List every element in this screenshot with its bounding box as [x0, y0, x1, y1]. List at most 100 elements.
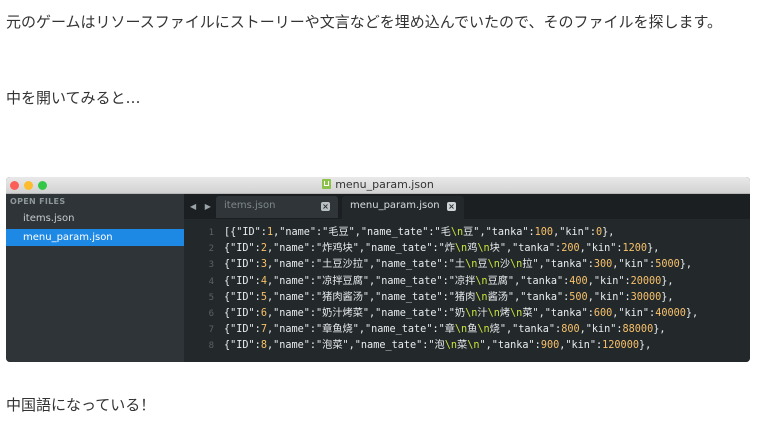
- tab-label: menu_param.json: [350, 200, 440, 211]
- code-token: {"ID":: [224, 307, 261, 319]
- code-token: {"ID":: [224, 259, 261, 271]
- code-token: [{"ID":: [224, 227, 267, 238]
- code-token: ,"name":"奶汁烤菜","name_tate":"奶: [266, 307, 466, 319]
- code-token: 块","tanka":: [489, 243, 562, 255]
- tab-bar: ◀ ▶ items.json × menu_param.json ×: [184, 194, 750, 219]
- code-token: 20000: [630, 275, 662, 287]
- code-token: 30000: [630, 291, 662, 303]
- line-number: 2: [208, 244, 214, 255]
- code-token: \n: [510, 259, 523, 271]
- code-token: },: [602, 227, 615, 238]
- code-token: 300: [593, 259, 613, 271]
- code-token: },: [638, 340, 652, 352]
- code-token: },: [685, 307, 699, 319]
- code-token: 900: [540, 340, 560, 352]
- code-token: \n: [510, 307, 523, 319]
- code-token: ,"kin":: [579, 243, 623, 255]
- code-line: {"ID":7,"name":"章鱼烧","name_tate":"章\n鱼\n…: [224, 322, 698, 338]
- code-line: {"ID":3,"name":"土豆沙拉","name_tate":"土\n豆\…: [224, 257, 698, 273]
- code-token: 沙: [499, 259, 511, 271]
- code-token: \n: [487, 259, 500, 271]
- code-token: ,"kin":: [579, 324, 623, 336]
- line-number: 8: [208, 341, 214, 352]
- code-token: \n: [477, 324, 490, 336]
- code-line: {"ID":5,"name":"猪肉酱汤","name_tate":"猪肉\n酱…: [224, 290, 698, 306]
- code-token: ,"name":"凉拌豆腐","name_tate":"凉拌: [266, 275, 476, 287]
- code-lines: [{"ID":1,"name":"毛豆","name_tate":"毛\n豆",…: [224, 225, 698, 355]
- code-token: 88000: [622, 324, 654, 336]
- editor-titlebar: menu_param.json: [6, 177, 750, 194]
- code-token: 500: [569, 291, 588, 303]
- code-token: 鱼: [467, 324, 478, 336]
- blog-page: 元のゲームはリソースファイルにストーリーや文言などを埋め込んでいたので、そのファ…: [0, 0, 775, 439]
- code-token: },: [661, 275, 674, 287]
- code-token: },: [679, 259, 693, 271]
- intro-paragraph: 元のゲームはリソースファイルにストーリーや文言などを埋め込んでいたので、そのファ…: [6, 13, 722, 31]
- code-token: ,"kin":: [553, 227, 596, 238]
- code-token: 豆: [477, 259, 488, 271]
- code-token: {"ID":: [224, 275, 261, 287]
- code-token: {"ID":: [224, 340, 261, 352]
- sidebar-item-items-json[interactable]: items.json: [6, 210, 184, 227]
- code-token: },: [661, 291, 674, 303]
- line-number: 7: [208, 325, 214, 336]
- code-token: ,"kin":: [587, 275, 631, 287]
- close-tab-icon[interactable]: ×: [447, 202, 456, 211]
- code-token: \n: [475, 291, 488, 303]
- code-line: [{"ID":1,"name":"毛豆","name_tate":"毛\n豆",…: [224, 225, 698, 241]
- close-tab-icon[interactable]: ×: [321, 202, 330, 211]
- tab-nav-arrows-icon[interactable]: ◀ ▶: [190, 202, 214, 211]
- sidebar-item-menu-param-json[interactable]: menu_param.json: [6, 229, 184, 246]
- code-token: },: [647, 243, 660, 255]
- code-token: \n: [475, 275, 488, 287]
- code-token: 120000: [602, 340, 639, 352]
- code-token: ,"kin":: [612, 259, 656, 271]
- code-token: ,"name":"毛豆","name_tate":"毛: [273, 227, 451, 238]
- code-token: ,"kin":: [587, 291, 631, 303]
- editor-screenshot: menu_param.json OPEN FILES items.json me…: [6, 177, 750, 362]
- window-title: menu_param.json: [335, 178, 434, 191]
- code-token: 汁: [477, 307, 488, 319]
- code-token: 100: [534, 227, 554, 238]
- code-token: ,"name":"猪肉酱汤","name_tate":"猪肉: [266, 291, 476, 303]
- line-number: 4: [208, 276, 214, 287]
- code-token: 200: [561, 243, 580, 255]
- line-number: 3: [208, 260, 214, 271]
- code-token: \n: [477, 243, 490, 255]
- code-token: ,"kin":: [612, 307, 656, 319]
- code-token: {"ID":: [224, 291, 261, 303]
- open-files-header: OPEN FILES: [10, 197, 66, 206]
- tab-label: items.json: [224, 200, 276, 211]
- open-files-sidebar: OPEN FILES items.json menu_param.json: [6, 194, 184, 362]
- code-token: 1200: [622, 243, 648, 255]
- code-token: ","tanka":: [479, 340, 541, 352]
- code-line: {"ID":8,"name":"泡菜","name_tate":"泡\n菜\n"…: [224, 338, 698, 354]
- json-file-icon: [322, 179, 332, 189]
- code-token: 酱汤","tanka":: [487, 291, 570, 303]
- code-token: ,"name":"土豆沙拉","name_tate":"土: [266, 259, 466, 271]
- code-token: ,"name":"泡菜","name_tate":"泡: [266, 340, 445, 352]
- open-paragraph: 中を開いてみると…: [6, 89, 141, 107]
- code-token: ,"kin":: [559, 340, 603, 352]
- code-token: \n: [465, 259, 478, 271]
- code-token: 800: [561, 324, 580, 336]
- code-token: 拉","tanka":: [522, 259, 594, 271]
- code-editor[interactable]: 1 2 3 4 5 6 7 8 [{"ID":1,"name":"毛豆","name_tate…: [184, 219, 750, 362]
- line-number-gutter: 1 2 3 4 5 6 7 8: [184, 225, 214, 355]
- code-token: 菜","tanka":: [522, 307, 594, 319]
- code-token: 鸡: [467, 243, 478, 255]
- tab-menu-param-json[interactable]: menu_param.json ×: [342, 196, 464, 219]
- tab-items-json[interactable]: items.json ×: [216, 196, 338, 218]
- result-paragraph: 中国語になっている！: [6, 396, 156, 414]
- code-token: \n: [454, 324, 468, 336]
- code-token: 豆","tanka":: [463, 227, 535, 238]
- code-token: \n: [467, 340, 480, 352]
- code-token: 豆腐","tanka":: [487, 275, 570, 287]
- code-token: \n: [465, 307, 478, 319]
- code-token: 烤: [499, 307, 511, 319]
- code-line: {"ID":4,"name":"凉拌豆腐","name_tate":"凉拌\n豆…: [224, 274, 698, 290]
- code-token: \n: [487, 307, 500, 319]
- code-token: },: [653, 324, 666, 336]
- code-token: 烧","tanka":: [489, 324, 562, 336]
- code-token: ,"name":"炸鸡块","name_tate":"炸: [266, 243, 455, 255]
